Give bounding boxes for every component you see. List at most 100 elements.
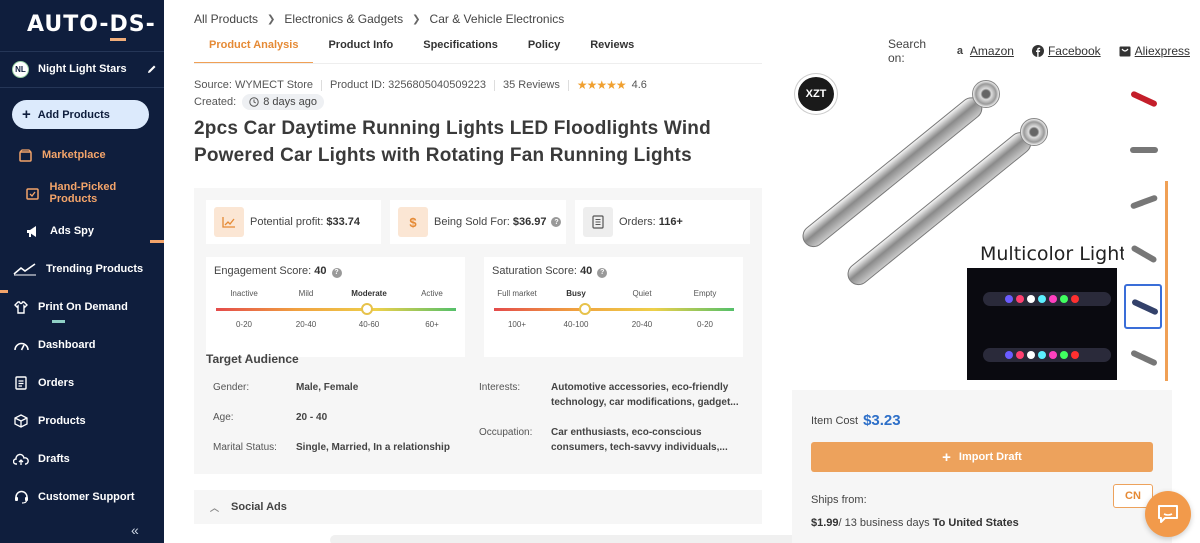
saturation-range: 100+ [507, 320, 527, 329]
box-icon [12, 412, 30, 430]
engagement-level: Active [421, 289, 443, 298]
sidebar-item-label: Hand-Picked Products [49, 181, 117, 205]
tab-policy[interactable]: Policy [513, 32, 575, 64]
led-dot [1016, 351, 1024, 359]
chevron-right-icon: ❯ [412, 13, 421, 25]
engagement-range: 0-20 [235, 320, 252, 329]
add-products-button[interactable]: + Add Products [12, 100, 149, 129]
social-ads-accordion[interactable]: ︿ Social Ads [194, 490, 762, 524]
tab-reviews[interactable]: Reviews [575, 32, 649, 64]
trending-icon [12, 260, 38, 278]
sidebar-item-dashboard[interactable]: Dashboard [0, 334, 164, 356]
sidebar-item-customer-support[interactable]: Customer Support [0, 486, 164, 508]
saturation-range: 0-20 [696, 320, 713, 329]
shirt-icon [12, 298, 30, 316]
help-icon[interactable]: ? [551, 217, 562, 227]
gauge-icon [12, 336, 30, 354]
light-strip [983, 292, 1111, 306]
occupation-value: Car enthusiasts, eco-conscious consumers,… [551, 425, 728, 455]
aliexpress-link[interactable]: Aliexpress [1135, 44, 1190, 58]
sidebar-item-label: Print On Demand [38, 301, 128, 313]
sidebar-item-ads-spy[interactable]: Ads Spy [0, 220, 164, 242]
interests-line: Automotive accessories, eco-friendly [551, 382, 729, 393]
star-rating-icon: ★★★★★ [576, 78, 627, 92]
store-switcher[interactable]: NL Night Light Stars [12, 60, 158, 78]
led-dot [1016, 295, 1024, 303]
thumbnail[interactable] [1124, 336, 1162, 381]
breadcrumb: All Products ❯ Electronics & Gadgets ❯ C… [194, 12, 564, 26]
thumbnail-image [1131, 298, 1159, 316]
engagement-level: Mild [298, 289, 314, 298]
facebook-link[interactable]: Facebook [1048, 44, 1101, 58]
facebook-icon [1031, 45, 1044, 57]
sidebar-item-orders[interactable]: Orders [0, 372, 164, 394]
led-dot [1060, 351, 1068, 359]
search-on-label: Search on: [888, 37, 927, 65]
thumbnail[interactable] [1124, 128, 1162, 173]
thumbnail[interactable] [1124, 77, 1162, 122]
autods-logo[interactable]: AUTO-DS- [27, 12, 156, 37]
led-dot [1049, 295, 1057, 303]
ships-from-label: Ships from: [811, 494, 867, 506]
saturation-gradient-bar [494, 308, 734, 311]
thumbnail-scrollbar[interactable] [1165, 181, 1168, 381]
breadcrumb-item[interactable]: Car & Vehicle Electronics [430, 12, 565, 26]
help-icon[interactable]: ? [597, 267, 608, 278]
reviews-count[interactable]: 35 Reviews [503, 79, 560, 91]
interests-label: Interests: [479, 382, 521, 393]
chat-icon [1158, 505, 1178, 523]
store-name: Night Light Stars [38, 63, 127, 75]
sidebar-item-marketplace[interactable]: Marketplace [0, 144, 164, 166]
chevron-up-icon: ︿ [210, 502, 220, 513]
sidebar-item-trending[interactable]: Trending Products [0, 258, 164, 280]
marketplace-icon [16, 146, 34, 164]
product-meta: Source: WYMECT Store Product ID: 3256805… [194, 78, 647, 92]
tab-specifications[interactable]: Specifications [408, 32, 513, 64]
shipping-destination: To United States [932, 517, 1019, 529]
receipt-icon [583, 207, 613, 237]
engagement-level: Moderate [351, 289, 387, 298]
engagement-label: Engagement Score: [214, 265, 312, 277]
import-draft-label: Import Draft [958, 451, 1022, 463]
sidebar-item-drafts[interactable]: Drafts [0, 448, 164, 470]
chevron-right-icon: ❯ [267, 13, 276, 25]
thumbnail-image [1130, 349, 1158, 367]
chat-button[interactable] [1145, 491, 1191, 537]
collapse-sidebar-icon[interactable]: « [131, 522, 139, 538]
age-label: Age: [213, 412, 234, 423]
source-store[interactable]: Source: WYMECT Store [194, 79, 313, 91]
hand-picked-icon [24, 184, 42, 202]
sidebar-item-products[interactable]: Products [0, 410, 164, 432]
saturation-level: Empty [693, 289, 717, 298]
engagement-gradient-bar [216, 308, 456, 311]
import-draft-button[interactable]: + Import Draft [811, 442, 1153, 472]
dollar-icon: $ [398, 207, 428, 237]
headset-icon [12, 488, 30, 506]
item-cost-label: Item Cost [811, 414, 859, 427]
sidebar-item-print-on-demand[interactable]: Print On Demand [0, 296, 164, 318]
thumbnail-selected[interactable] [1124, 284, 1162, 329]
item-cost-value: $3.23 [863, 412, 901, 429]
saturation-value: 40 [580, 265, 593, 277]
thumbnail[interactable] [1124, 232, 1162, 277]
pencil-icon[interactable] [146, 63, 158, 75]
tab-product-analysis[interactable]: Product Analysis [194, 32, 314, 64]
breadcrumb-item[interactable]: All Products [194, 12, 258, 26]
sidebar-divider [0, 87, 164, 88]
shipping-days: / 13 business days [838, 517, 930, 529]
gender-label: Gender: [213, 382, 250, 393]
help-icon[interactable]: ? [331, 267, 342, 278]
thumbnail[interactable] [1124, 180, 1162, 225]
breadcrumb-item[interactable]: Electronics & Gadgets [284, 12, 403, 26]
led-dot [1049, 351, 1057, 359]
marital-value: Single, Married, In a relationship [296, 442, 450, 453]
led-dot [1071, 351, 1079, 359]
saturation-label: Saturation Score: [492, 265, 577, 277]
tab-product-info[interactable]: Product Info [313, 32, 408, 64]
fan-icon [972, 80, 1000, 108]
sidebar-item-label: Trending Products [46, 263, 144, 275]
amazon-link[interactable]: Amazon [970, 44, 1014, 58]
saturation-range: 40-100 [563, 320, 589, 329]
sidebar-item-hand-picked[interactable]: Hand-Picked Products [0, 181, 164, 205]
divider [321, 79, 322, 91]
